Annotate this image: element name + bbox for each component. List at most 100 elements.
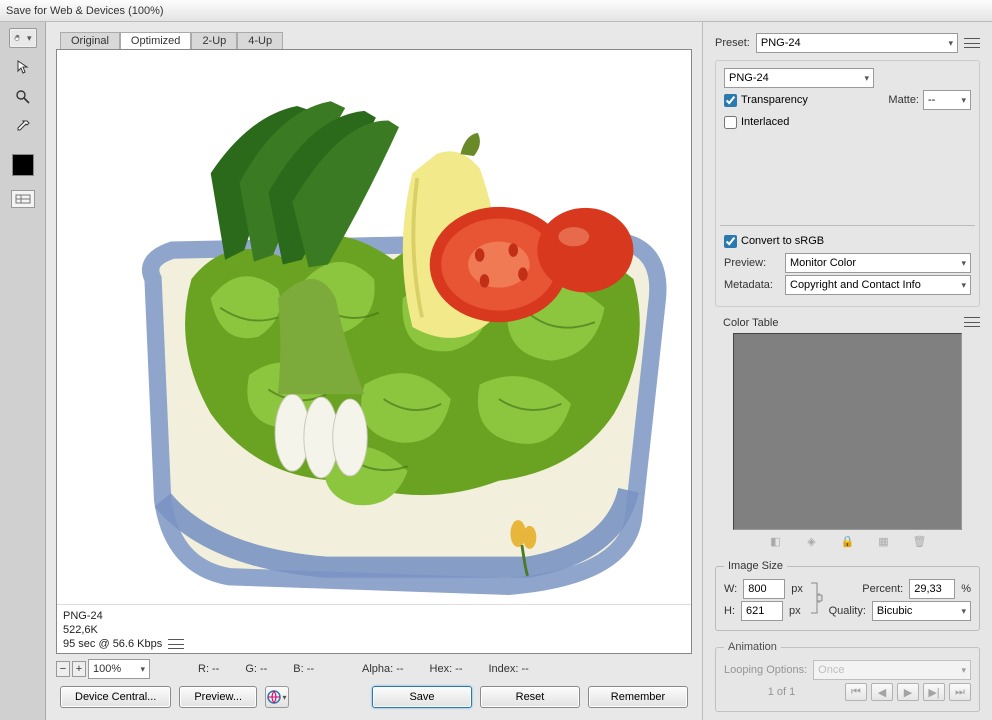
- color-table[interactable]: [733, 333, 962, 530]
- color-table-label: Color Table: [723, 317, 778, 329]
- interlaced-checkbox[interactable]: Interlaced: [724, 116, 789, 129]
- height-px: px: [789, 605, 801, 617]
- info-format: PNG-24: [63, 609, 685, 623]
- width-input[interactable]: [743, 579, 785, 599]
- status-bar: − + 100% R:-- G:-- B:-- Alpha:-- Hex:-- …: [56, 654, 692, 680]
- foreground-color-swatch[interactable]: [12, 154, 34, 176]
- frame-info: 1 of 1: [724, 686, 839, 698]
- metadata-label: Metadata:: [724, 279, 779, 291]
- srgb-checkbox[interactable]: Convert to sRGB: [724, 235, 824, 248]
- animation-group: Animation Looping Options: Once 1 of 1 ⏮…: [715, 641, 980, 712]
- magnifier-icon: [15, 89, 31, 105]
- index-label: Index:: [489, 663, 519, 675]
- b-label: B:: [293, 663, 303, 675]
- image-size-group: Image Size W: px Percent: % H: px Qualit…: [715, 560, 980, 631]
- looping-label: Looping Options:: [724, 664, 807, 676]
- hand-tool[interactable]: [9, 28, 37, 48]
- slice-icon: [15, 194, 31, 204]
- device-central-button[interactable]: Device Central...: [60, 686, 171, 708]
- preview-mode-select[interactable]: Monitor Color: [785, 253, 971, 273]
- window-titlebar: Save for Web & Devices (100%): [0, 0, 992, 22]
- globe-icon: [267, 690, 281, 704]
- info-menu-icon[interactable]: [168, 639, 184, 649]
- alpha-value: --: [396, 663, 403, 675]
- image-size-label: Image Size: [724, 560, 787, 572]
- ct-icon-1[interactable]: ◧: [769, 534, 783, 548]
- percent-label: Percent:: [862, 583, 903, 595]
- percent-suffix: %: [961, 583, 971, 595]
- arrow-icon: [15, 59, 31, 75]
- reset-button[interactable]: Reset: [480, 686, 580, 708]
- info-size: 522,6K: [63, 623, 685, 637]
- matte-select[interactable]: --: [923, 90, 971, 110]
- preview-image: [65, 58, 683, 596]
- view-tabs: Original Optimized 2-Up 4-Up: [60, 32, 692, 49]
- hex-label: Hex:: [430, 663, 453, 675]
- alpha-label: Alpha:: [362, 663, 393, 675]
- info-timing: 95 sec @ 56.6 Kbps: [63, 637, 162, 651]
- r-label: R:: [198, 663, 209, 675]
- toggle-slices-button[interactable]: [11, 190, 35, 208]
- canvas-area: PNG-24 522,6K 95 sec @ 56.6 Kbps: [56, 49, 692, 654]
- format-select[interactable]: PNG-24: [724, 68, 874, 88]
- tab-original[interactable]: Original: [60, 32, 120, 49]
- r-value: --: [212, 663, 219, 675]
- quality-select[interactable]: Bicubic: [872, 601, 971, 621]
- zoom-tool[interactable]: [9, 86, 37, 108]
- looping-select: Once: [813, 660, 971, 680]
- hand-icon: [14, 30, 21, 46]
- anim-prev-button: ◀: [871, 683, 893, 701]
- bottom-bar: Device Central... Preview... ▾ Save Rese…: [56, 680, 692, 712]
- center-column: Original Optimized 2-Up 4-Up: [46, 22, 702, 720]
- tab-4up[interactable]: 4-Up: [237, 32, 283, 49]
- lock-icon[interactable]: 🔒: [841, 534, 855, 548]
- remember-button[interactable]: Remember: [588, 686, 688, 708]
- image-preview[interactable]: [57, 50, 691, 604]
- zoom-out-button[interactable]: −: [56, 661, 70, 677]
- settings-panel: Preset: PNG-24 PNG-24 Transparency Matte…: [702, 22, 992, 720]
- height-input[interactable]: [741, 601, 783, 621]
- color-table-menu-icon[interactable]: [964, 317, 980, 327]
- tab-2up[interactable]: 2-Up: [191, 32, 237, 49]
- zoom-value: 100%: [93, 663, 121, 675]
- main-area: Original Optimized 2-Up 4-Up: [0, 22, 992, 720]
- image-info-box: PNG-24 522,6K 95 sec @ 56.6 Kbps: [57, 604, 691, 653]
- width-label: W:: [724, 583, 737, 595]
- animation-label: Animation: [724, 641, 781, 653]
- preset-menu-icon[interactable]: [964, 38, 980, 48]
- slice-select-tool[interactable]: [9, 56, 37, 78]
- preset-label: Preset:: [715, 37, 750, 49]
- eyedropper-tool[interactable]: [9, 116, 37, 138]
- zoom-select[interactable]: 100%: [88, 659, 150, 679]
- ct-icon-2[interactable]: ◈: [805, 534, 819, 548]
- transparency-checkbox[interactable]: Transparency: [724, 94, 808, 107]
- width-px: px: [791, 583, 803, 595]
- percent-input[interactable]: [909, 579, 955, 599]
- anim-first-button: ⏮: [845, 683, 867, 701]
- eyedropper-icon: [15, 119, 31, 135]
- preview-mode-label: Preview:: [724, 257, 779, 269]
- metadata-select[interactable]: Copyright and Contact Info: [785, 275, 971, 295]
- trash-icon[interactable]: 🗑: [913, 534, 927, 548]
- matte-label: Matte:: [888, 94, 919, 106]
- tab-optimized[interactable]: Optimized: [120, 32, 192, 49]
- height-label: H:: [724, 605, 735, 617]
- anim-last-button: ⏭: [949, 683, 971, 701]
- hex-value: --: [455, 663, 462, 675]
- browser-preview-button[interactable]: ▾: [265, 686, 289, 708]
- color-table-toolbar: ◧ ◈ 🔒 ▦ 🗑: [715, 534, 980, 548]
- index-value: --: [521, 663, 528, 675]
- anim-next-button: ▶|: [923, 683, 945, 701]
- preview-button[interactable]: Preview...: [179, 686, 257, 708]
- g-label: G:: [245, 663, 257, 675]
- link-icon[interactable]: [809, 579, 823, 617]
- anim-play-button: ▶: [897, 683, 919, 701]
- quality-label: Quality:: [829, 605, 866, 617]
- preset-select[interactable]: PNG-24: [756, 33, 958, 53]
- zoom-in-button[interactable]: +: [72, 661, 86, 677]
- save-button[interactable]: Save: [372, 686, 472, 708]
- new-color-icon[interactable]: ▦: [877, 534, 891, 548]
- g-value: --: [260, 663, 267, 675]
- b-value: --: [307, 663, 314, 675]
- window-title: Save for Web & Devices (100%): [6, 5, 164, 17]
